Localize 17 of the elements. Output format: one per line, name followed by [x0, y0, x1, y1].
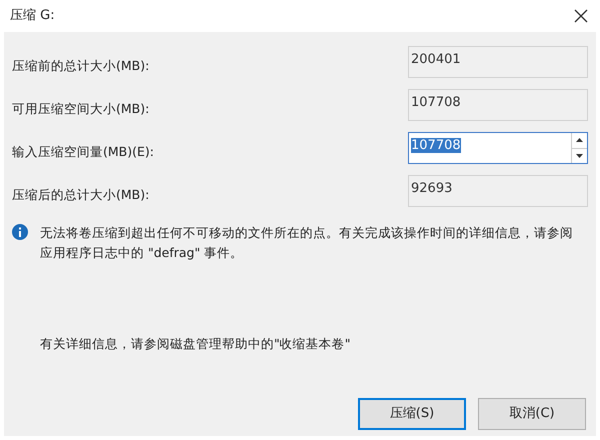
field-label: 可用压缩空间大小(MB):	[12, 100, 150, 118]
readonly-field: 107708	[408, 89, 588, 121]
spinner-field[interactable]: 107708	[408, 132, 588, 164]
field-label: 压缩前的总计大小(MB):	[12, 56, 150, 75]
dialog-button[interactable]: 压缩(S)	[358, 398, 466, 430]
down-arrow-icon	[576, 154, 583, 158]
info-icon	[12, 224, 28, 240]
field-label: 输入压缩空间量(MB)(E):	[12, 142, 154, 161]
readonly-field: 200401	[408, 46, 588, 78]
window-title: 压缩 G:	[10, 7, 55, 26]
info-message: 无法将卷压缩到超出任何不可移动的文件所在的点。有关完成该操作时间的详细信息，请参阅应用程序日志中的 "defrag" 事件。	[40, 224, 574, 262]
close-icon[interactable]	[574, 9, 588, 23]
readonly-field: 92693	[408, 175, 588, 207]
help-text: 有关详细信息，请参阅磁盘管理帮助中的"收缩基本卷"	[40, 335, 352, 353]
up-arrow-icon	[576, 138, 583, 142]
dialog-button[interactable]: 取消(C)	[478, 398, 586, 430]
field-label: 压缩后的总计大小(MB):	[12, 186, 150, 204]
